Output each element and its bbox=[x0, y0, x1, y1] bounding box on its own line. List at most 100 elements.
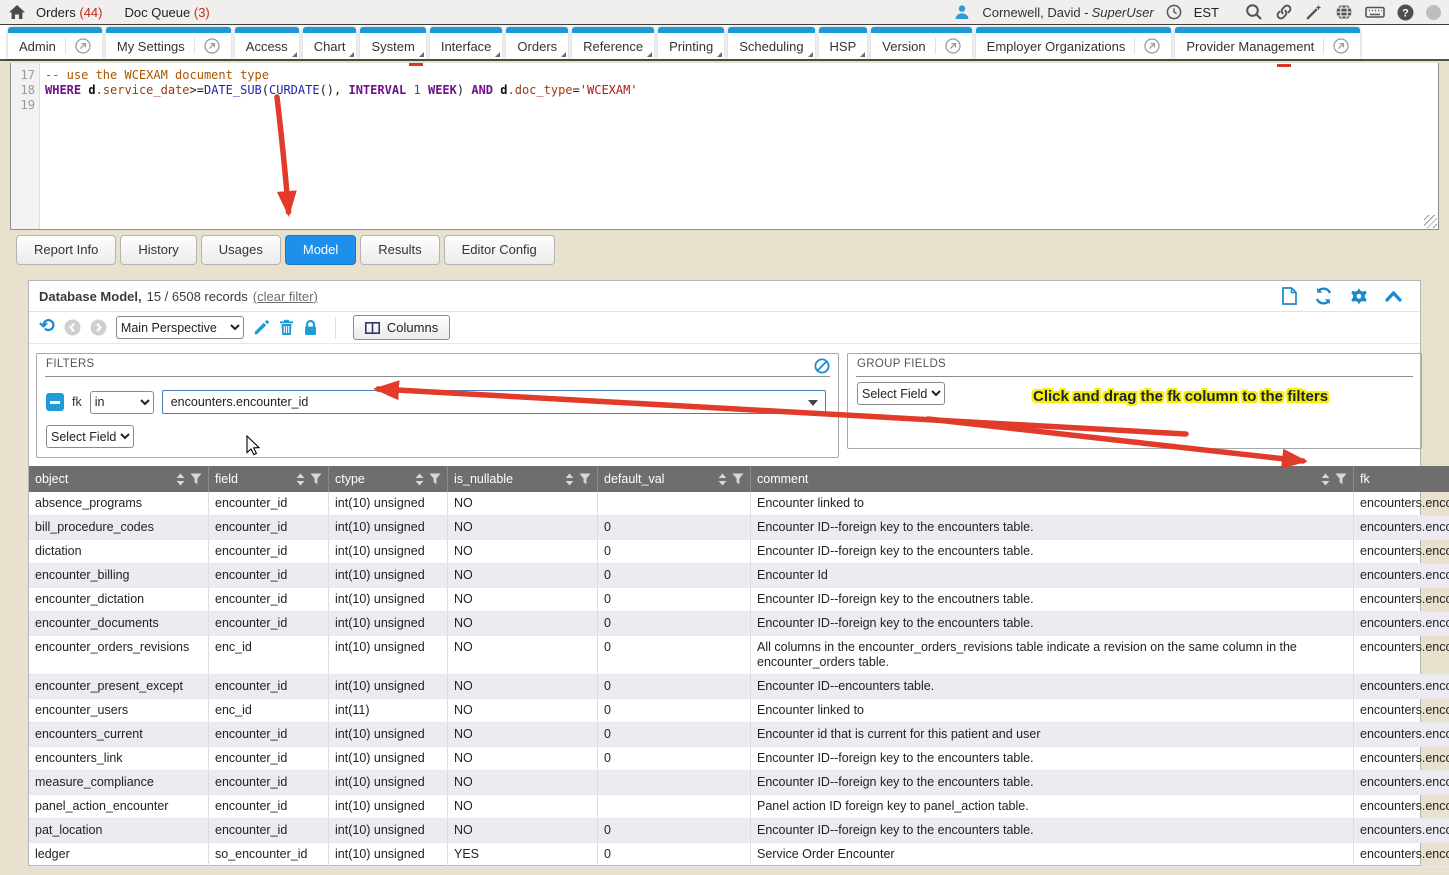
result-tab-report-info[interactable]: Report Info bbox=[16, 235, 116, 265]
sort-icon[interactable] bbox=[565, 473, 574, 486]
result-tab-results[interactable]: Results bbox=[360, 235, 439, 265]
new-document-icon[interactable] bbox=[1282, 287, 1297, 305]
sort-icon[interactable] bbox=[1321, 473, 1330, 486]
table-row[interactable]: measure_complianceencounter_idint(10) un… bbox=[29, 771, 1449, 795]
open-in-new-icon[interactable] bbox=[194, 38, 220, 54]
nav-tab-interface[interactable]: Interface bbox=[430, 27, 503, 59]
keyboard-icon[interactable] bbox=[1365, 4, 1385, 20]
sql-editor[interactable]: 17-- use the WCEXAM document type18WHERE… bbox=[10, 63, 1439, 230]
nav-tab-my-settings[interactable]: My Settings bbox=[106, 27, 231, 59]
combobox-caret-icon[interactable] bbox=[808, 400, 818, 406]
editor-line[interactable]: 17-- use the WCEXAM document type bbox=[11, 68, 1438, 83]
gear-icon[interactable] bbox=[1350, 287, 1368, 305]
edit-perspective-icon[interactable] bbox=[253, 319, 270, 336]
nav-tab-admin[interactable]: Admin bbox=[8, 27, 102, 59]
nav-tab-chart[interactable]: Chart bbox=[303, 27, 357, 59]
column-filter-icon[interactable] bbox=[732, 473, 744, 485]
back-icon[interactable] bbox=[64, 319, 81, 336]
table-row[interactable]: bill_procedure_codesencounter_idint(10) … bbox=[29, 516, 1449, 540]
table-row[interactable]: encounter_documentsencounter_idint(10) u… bbox=[29, 612, 1449, 636]
nav-tab-reference[interactable]: Reference bbox=[572, 27, 654, 59]
column-header-ctype[interactable]: ctype bbox=[329, 466, 448, 492]
sort-icon[interactable] bbox=[176, 473, 185, 486]
table-row[interactable]: encounter_present_exceptencounter_idint(… bbox=[29, 675, 1449, 699]
cell-default-val: 0 bbox=[598, 819, 751, 843]
editor-line[interactable]: 18WHERE d.service_date>=DATE_SUB(CURDATE… bbox=[11, 83, 1438, 98]
help-icon[interactable]: ? bbox=[1397, 4, 1414, 21]
nav-tab-provider-management[interactable]: Provider Management bbox=[1175, 27, 1360, 59]
wand-icon[interactable] bbox=[1305, 3, 1323, 21]
table-row[interactable]: encounter_usersenc_idint(11)NO0Encounter… bbox=[29, 699, 1449, 723]
table-row[interactable]: panel_action_encounterencounter_idint(10… bbox=[29, 795, 1449, 819]
clock-icon[interactable] bbox=[1166, 4, 1182, 20]
editor-lines: 17-- use the WCEXAM document type18WHERE… bbox=[11, 68, 1438, 113]
nav-tab-scheduling[interactable]: Scheduling bbox=[728, 27, 814, 59]
collapse-icon[interactable] bbox=[1385, 290, 1402, 302]
column-filter-icon[interactable] bbox=[429, 473, 441, 485]
forward-icon[interactable] bbox=[90, 319, 107, 336]
reset-icon[interactable]: ⟲ bbox=[39, 317, 55, 336]
perspective-select[interactable]: Main Perspective bbox=[116, 316, 244, 339]
sort-icon[interactable] bbox=[296, 473, 305, 486]
column-header-comment[interactable]: comment bbox=[751, 466, 1354, 492]
delete-perspective-icon[interactable] bbox=[279, 319, 294, 336]
nav-tab-employer-organizations[interactable]: Employer Organizations bbox=[976, 27, 1172, 59]
table-row[interactable]: encounters_linkencounter_idint(10) unsig… bbox=[29, 747, 1449, 771]
menu-doc-queue[interactable]: Doc Queue (3) bbox=[124, 5, 209, 20]
table-row[interactable]: absence_programsencounter_idint(10) unsi… bbox=[29, 492, 1449, 516]
group-field-select[interactable]: Select Field bbox=[857, 382, 945, 405]
cell-is-nullable: NO bbox=[448, 699, 598, 723]
nav-tab-system[interactable]: System bbox=[360, 27, 425, 59]
user-name[interactable]: Cornewell, David - bbox=[982, 5, 1088, 20]
result-tab-editor-config[interactable]: Editor Config bbox=[444, 235, 555, 265]
editor-resize-handle[interactable] bbox=[1424, 215, 1437, 228]
remove-filter-button[interactable] bbox=[46, 393, 64, 411]
model-toolbar: ⟲ Main Perspective Columns bbox=[29, 312, 1420, 344]
column-header-fk[interactable]: fk bbox=[1354, 466, 1449, 492]
open-in-new-icon[interactable] bbox=[1134, 38, 1160, 54]
add-filter-field-select[interactable]: Select Field bbox=[46, 425, 134, 448]
nav-tab-access[interactable]: Access bbox=[235, 27, 299, 59]
column-filter-icon[interactable] bbox=[190, 473, 202, 485]
clear-filter-link[interactable]: (clear filter) bbox=[253, 289, 318, 304]
lock-icon[interactable] bbox=[303, 319, 318, 336]
column-header-is-nullable[interactable]: is_nullable bbox=[448, 466, 598, 492]
search-icon[interactable] bbox=[1245, 3, 1263, 21]
nav-tab-printing[interactable]: Printing bbox=[658, 27, 724, 59]
table-row[interactable]: encounter_dictationencounter_idint(10) u… bbox=[29, 588, 1449, 612]
open-in-new-icon[interactable] bbox=[935, 38, 961, 54]
editor-line[interactable]: 19 bbox=[11, 98, 1438, 113]
menu-orders[interactable]: Orders (44) bbox=[36, 5, 102, 20]
open-in-new-icon[interactable] bbox=[1323, 38, 1349, 54]
clear-filters-icon[interactable] bbox=[814, 358, 830, 379]
sort-icon[interactable] bbox=[415, 473, 424, 486]
nav-tab-orders[interactable]: Orders bbox=[506, 27, 568, 59]
column-filter-icon[interactable] bbox=[1335, 473, 1347, 485]
column-header-field[interactable]: field bbox=[209, 466, 329, 492]
nav-tab-hsp[interactable]: HSP bbox=[819, 27, 868, 59]
filter-value-input[interactable] bbox=[163, 391, 825, 413]
result-tab-usages[interactable]: Usages bbox=[201, 235, 281, 265]
table-row[interactable]: dictationencounter_idint(10) unsignedNO0… bbox=[29, 540, 1449, 564]
filter-operator-select[interactable]: in bbox=[90, 391, 154, 414]
column-header-object[interactable]: object bbox=[29, 466, 209, 492]
table-row[interactable]: encounters_currentencounter_idint(10) un… bbox=[29, 723, 1449, 747]
result-tab-model[interactable]: Model bbox=[285, 235, 356, 265]
column-header-default-val[interactable]: default_val bbox=[598, 466, 751, 492]
table-row[interactable]: encounter_billingencounter_idint(10) uns… bbox=[29, 564, 1449, 588]
columns-button[interactable]: Columns bbox=[353, 315, 450, 340]
cell-is-nullable: NO bbox=[448, 564, 598, 588]
column-filter-icon[interactable] bbox=[579, 473, 591, 485]
column-filter-icon[interactable] bbox=[310, 473, 322, 485]
globe-icon[interactable] bbox=[1335, 3, 1353, 21]
nav-tab-version[interactable]: Version bbox=[871, 27, 971, 59]
result-tab-history[interactable]: History bbox=[120, 235, 196, 265]
home-icon[interactable] bbox=[8, 4, 26, 20]
link-icon[interactable] bbox=[1275, 3, 1293, 21]
table-row[interactable]: ledgerso_encounter_idint(10) unsignedYES… bbox=[29, 843, 1449, 867]
refresh-icon[interactable] bbox=[1314, 287, 1333, 305]
table-row[interactable]: encounter_orders_revisionsenc_idint(10) … bbox=[29, 636, 1449, 675]
table-row[interactable]: pat_locationencounter_idint(10) unsigned… bbox=[29, 819, 1449, 843]
sort-icon[interactable] bbox=[718, 473, 727, 486]
open-in-new-icon[interactable] bbox=[65, 38, 91, 54]
